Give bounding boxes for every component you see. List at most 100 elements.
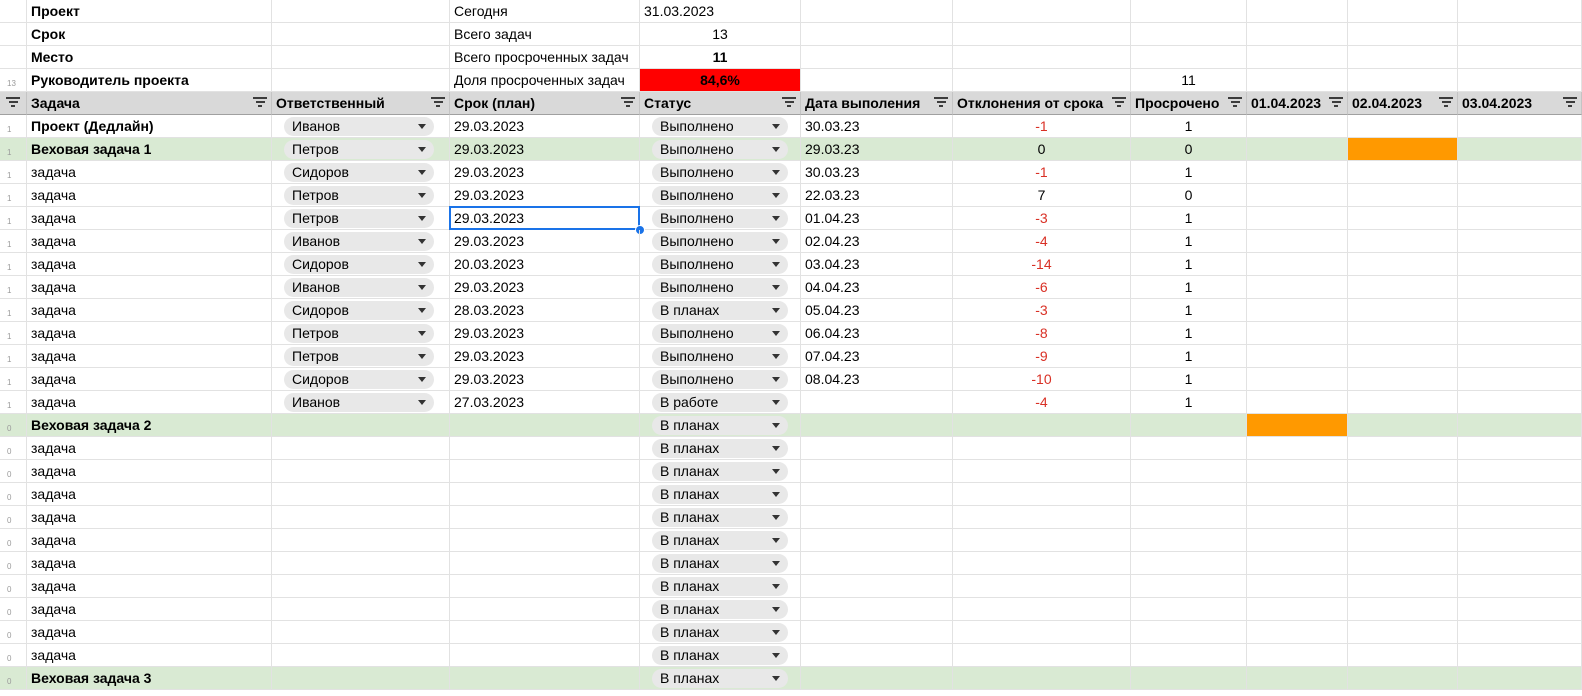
empty-cell[interactable]	[801, 23, 953, 46]
spreadsheet-grid[interactable]: Проект Сегодня 31.03.2023 Срок Всего задач 13…	[0, 0, 1582, 696]
column-header[interactable]: Отклонения от срока	[953, 92, 1131, 115]
empty-cell[interactable]	[1131, 0, 1247, 23]
gantt-cell[interactable]	[1458, 529, 1582, 552]
owner-dropdown[interactable]: Петров	[284, 186, 434, 205]
gantt-cell[interactable]	[1247, 644, 1348, 667]
done-date[interactable]: 30.03.23	[801, 115, 953, 138]
owner-dropdown[interactable]: Сидоров	[284, 301, 434, 320]
status-cell[interactable]: В планах	[640, 667, 801, 690]
gantt-cell[interactable]	[1458, 391, 1582, 414]
done-date[interactable]: 08.04.23	[801, 368, 953, 391]
gantt-cell[interactable]	[1348, 345, 1458, 368]
column-header[interactable]: 01.04.2023	[1247, 92, 1348, 115]
plan-date[interactable]	[450, 575, 640, 598]
task-name[interactable]: Веховая задача 2	[27, 414, 272, 437]
status-dropdown[interactable]: В планах	[652, 416, 788, 435]
task-name[interactable]: задача	[27, 322, 272, 345]
gantt-cell[interactable]	[1348, 391, 1458, 414]
done-date[interactable]: 07.04.23	[801, 345, 953, 368]
status-dropdown[interactable]: Выполнено	[652, 209, 788, 228]
gantt-cell[interactable]	[1348, 621, 1458, 644]
empty-cell[interactable]	[272, 0, 450, 23]
filter-icon[interactable]	[1112, 97, 1126, 109]
gantt-cell[interactable]	[1348, 506, 1458, 529]
gantt-cell[interactable]	[1247, 253, 1348, 276]
owner-cell[interactable]	[272, 483, 450, 506]
empty-cell[interactable]	[1247, 23, 1348, 46]
task-name[interactable]: задача	[27, 207, 272, 230]
gantt-cell[interactable]	[1458, 276, 1582, 299]
done-date[interactable]: 04.04.23	[801, 276, 953, 299]
gantt-cell[interactable]	[1247, 529, 1348, 552]
empty-cell[interactable]	[1458, 23, 1582, 46]
plan-date[interactable]: 29.03.2023	[450, 368, 640, 391]
filter-icon[interactable]	[621, 97, 635, 109]
status-cell[interactable]: В планах	[640, 506, 801, 529]
gantt-cell[interactable]	[1348, 161, 1458, 184]
gantt-cell[interactable]	[1348, 207, 1458, 230]
done-date[interactable]	[801, 575, 953, 598]
gantt-cell[interactable]	[1348, 644, 1458, 667]
empty-cell[interactable]	[801, 69, 953, 92]
gantt-bar[interactable]	[1247, 414, 1348, 437]
gantt-bar[interactable]	[1348, 138, 1458, 161]
empty-cell[interactable]	[1348, 46, 1458, 69]
empty-cell[interactable]	[1247, 46, 1348, 69]
owner-dropdown[interactable]: Петров	[284, 140, 434, 159]
gantt-cell[interactable]	[1247, 184, 1348, 207]
gantt-cell[interactable]	[1348, 253, 1458, 276]
status-dropdown[interactable]: Выполнено	[652, 278, 788, 297]
gantt-cell[interactable]	[1458, 322, 1582, 345]
owner-cell[interactable]	[272, 621, 450, 644]
gantt-cell[interactable]	[1458, 253, 1582, 276]
task-name[interactable]: задача	[27, 621, 272, 644]
owner-dropdown[interactable]: Петров	[284, 347, 434, 366]
done-date[interactable]	[801, 667, 953, 690]
filter-icon[interactable]	[934, 97, 948, 109]
plan-date[interactable]: 29.03.2023	[450, 276, 640, 299]
filter-icon[interactable]	[431, 97, 445, 109]
owner-cell[interactable]	[272, 552, 450, 575]
empty-cell[interactable]	[1131, 46, 1247, 69]
gantt-cell[interactable]	[1458, 230, 1582, 253]
owner-dropdown[interactable]: Сидоров	[284, 370, 434, 389]
status-cell[interactable]: В планах	[640, 437, 801, 460]
owner-cell[interactable]: Сидоров	[272, 299, 450, 322]
owner-cell[interactable]: Петров	[272, 138, 450, 161]
gantt-cell[interactable]	[1458, 506, 1582, 529]
column-header[interactable]: Дата выполения	[801, 92, 953, 115]
done-date[interactable]: 02.04.23	[801, 230, 953, 253]
plan-date[interactable]	[450, 437, 640, 460]
empty-cell[interactable]	[953, 46, 1131, 69]
status-dropdown[interactable]: Выполнено	[652, 140, 788, 159]
plan-date[interactable]: 29.03.2023	[450, 161, 640, 184]
owner-dropdown[interactable]: Петров	[284, 209, 434, 228]
gantt-cell[interactable]	[1348, 299, 1458, 322]
plan-date[interactable]: 29.03.2023	[450, 115, 640, 138]
status-cell[interactable]: Выполнено	[640, 161, 801, 184]
owner-dropdown[interactable]: Иванов	[284, 232, 434, 251]
done-date[interactable]	[801, 414, 953, 437]
empty-cell[interactable]	[272, 69, 450, 92]
status-cell[interactable]: Выполнено	[640, 345, 801, 368]
empty-cell[interactable]	[1348, 69, 1458, 92]
status-dropdown[interactable]: В планах	[652, 646, 788, 665]
plan-date[interactable]	[450, 460, 640, 483]
gantt-cell[interactable]	[1458, 184, 1582, 207]
plan-date[interactable]: 20.03.2023	[450, 253, 640, 276]
filter-icon[interactable]	[1563, 97, 1577, 109]
status-cell[interactable]: В планах	[640, 552, 801, 575]
status-cell[interactable]: Выполнено	[640, 368, 801, 391]
gantt-cell[interactable]	[1247, 506, 1348, 529]
owner-dropdown[interactable]: Сидоров	[284, 255, 434, 274]
gantt-cell[interactable]	[1458, 299, 1582, 322]
owner-dropdown[interactable]: Иванов	[284, 117, 434, 136]
owner-cell[interactable]: Петров	[272, 184, 450, 207]
done-date[interactable]	[801, 506, 953, 529]
task-name[interactable]: задача	[27, 299, 272, 322]
plan-date[interactable]	[450, 414, 640, 437]
status-dropdown[interactable]: Выполнено	[652, 347, 788, 366]
gantt-cell[interactable]	[1348, 184, 1458, 207]
status-cell[interactable]: Выполнено	[640, 184, 801, 207]
column-header[interactable]: 03.04.2023	[1458, 92, 1582, 115]
